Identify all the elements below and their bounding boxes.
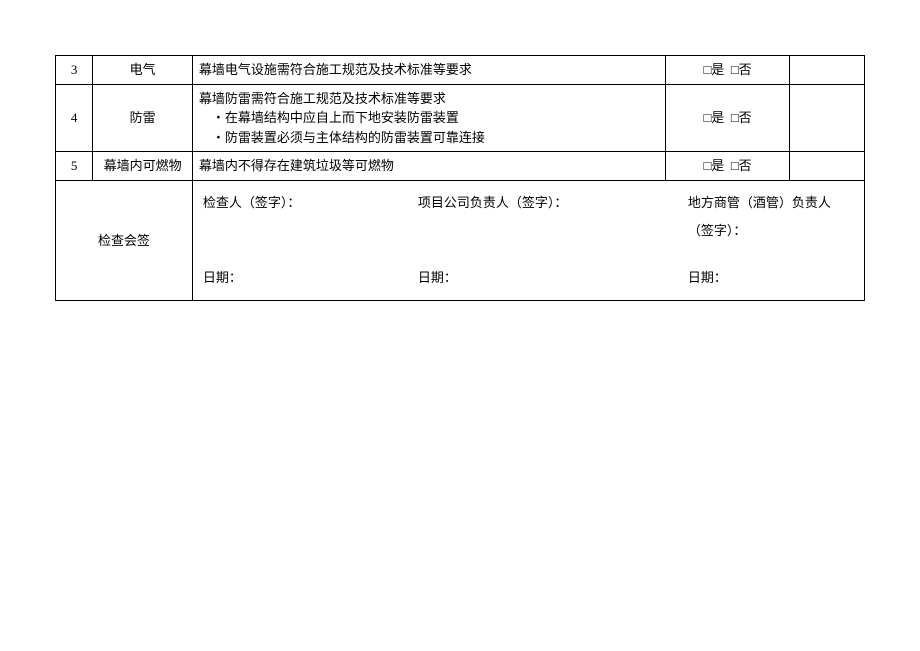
row-check: □是 □否 (665, 84, 789, 152)
checkbox-no[interactable]: □否 (731, 108, 752, 128)
row-description: 幕墙电气设施需符合施工规范及技术标准等要求 (192, 56, 665, 85)
row-note (790, 84, 865, 152)
checkbox-yes[interactable]: □是 (703, 60, 724, 80)
row-note (790, 152, 865, 181)
row-check: □是 □否 (665, 152, 789, 181)
row-category: 幕墙内可燃物 (93, 152, 193, 181)
row-category: 电气 (93, 56, 193, 85)
date-label: 日期： (203, 264, 418, 293)
desc-line: 幕墙防雷需符合施工规范及技术标准等要求 (199, 89, 659, 109)
inspector-signature-label: 检查人（签字）： (203, 189, 418, 246)
signoff-row: 检查会签 检查人（签字）： 项目公司负责人（签字）： 地方商管（酒管）负责人（签… (56, 180, 865, 301)
checkbox-yes[interactable]: □是 (703, 156, 724, 176)
desc-line: ・在幕墙结构中应自上而下地安装防雷装置 (199, 108, 659, 128)
checkbox-no[interactable]: □否 (731, 156, 752, 176)
signoff-label: 检查会签 (56, 180, 193, 301)
date-label: 日期： (418, 264, 688, 293)
row-number: 3 (56, 56, 93, 85)
table-row: 4 防雷 幕墙防雷需符合施工规范及技术标准等要求 ・在幕墙结构中应自上而下地安装… (56, 84, 865, 152)
row-description: 幕墙内不得存在建筑垃圾等可燃物 (192, 152, 665, 181)
row-description: 幕墙防雷需符合施工规范及技术标准等要求 ・在幕墙结构中应自上而下地安装防雷装置 … (192, 84, 665, 152)
row-number: 5 (56, 152, 93, 181)
row-number: 4 (56, 84, 93, 152)
table-row: 3 电气 幕墙电气设施需符合施工规范及技术标准等要求 □是 □否 (56, 56, 865, 85)
inspection-table: 3 电气 幕墙电气设施需符合施工规范及技术标准等要求 □是 □否 4 防雷 幕墙… (55, 55, 865, 301)
table-row: 5 幕墙内可燃物 幕墙内不得存在建筑垃圾等可燃物 □是 □否 (56, 152, 865, 181)
row-note (790, 56, 865, 85)
signoff-content: 检查人（签字）： 项目公司负责人（签字）： 地方商管（酒管）负责人（签字）： 日… (192, 180, 864, 301)
desc-line: ・防雷装置必须与主体结构的防雷装置可靠连接 (199, 128, 659, 148)
row-category: 防雷 (93, 84, 193, 152)
checkbox-no[interactable]: □否 (731, 60, 752, 80)
date-label: 日期： (688, 264, 854, 293)
row-check: □是 □否 (665, 56, 789, 85)
local-signature-label: 地方商管（酒管）负责人（签字）： (688, 189, 854, 246)
checkbox-yes[interactable]: □是 (703, 108, 724, 128)
project-signature-label: 项目公司负责人（签字）： (418, 189, 688, 246)
